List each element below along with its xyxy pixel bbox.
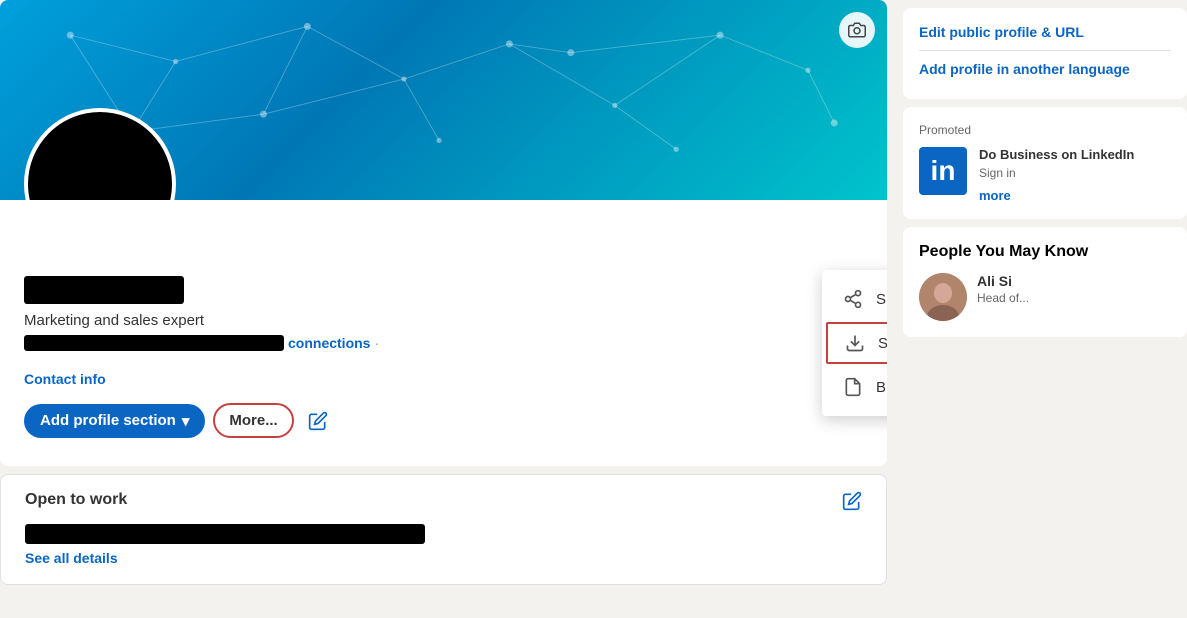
promoted-card: Promoted in Do Business on LinkedIn Sign… (903, 107, 1187, 219)
see-all-details-link[interactable]: See all details (25, 550, 118, 566)
open-to-work-edit-button[interactable] (842, 491, 862, 516)
card-header: Open to work (25, 491, 862, 516)
person-avatar (919, 273, 967, 321)
build-resume-label: Build a resume (876, 379, 887, 396)
person-avatar-graphic (919, 273, 967, 321)
open-to-work-title: Open to work (25, 491, 127, 509)
profile-banner (0, 0, 887, 200)
linkedin-logo: in (919, 147, 967, 195)
profile-tagline: Marketing and sales expert (24, 312, 863, 329)
chevron-down-icon: ▾ (182, 412, 190, 430)
add-section-label: Add profile section (40, 412, 176, 429)
edit-profile-button[interactable] (302, 405, 334, 437)
edit-open-to-work-icon (842, 491, 862, 511)
edit-public-profile-link[interactable]: Edit public profile & URL (919, 24, 1171, 40)
document-icon (842, 376, 864, 398)
person-info: Ali Si Head of... (977, 273, 1029, 305)
share-profile-item[interactable]: Share Profile via Message (822, 278, 887, 320)
contact-info-link[interactable]: Contact info (24, 371, 106, 387)
promoted-label: Promoted (919, 123, 1171, 137)
person-title: Head of... (977, 291, 1029, 305)
connections-text: connections (288, 335, 370, 351)
add-profile-language-link[interactable]: Add profile in another language (919, 61, 1171, 77)
save-to-pdf-item[interactable]: Save to PDF (826, 322, 887, 364)
share-icon (842, 288, 864, 310)
sidebar-divider-1 (919, 50, 1171, 51)
connections-line: connections · (24, 335, 863, 351)
profile-info: Marketing and sales expert connections · (0, 252, 887, 371)
linkedin-ad: in Do Business on LinkedIn Sign in more (919, 147, 1171, 203)
camera-icon (848, 21, 866, 39)
name-bar-redacted (24, 276, 184, 304)
more-button[interactable]: More... (213, 403, 293, 438)
add-profile-section-button[interactable]: Add profile section ▾ (24, 404, 205, 438)
save-to-pdf-label: Save to PDF (878, 335, 887, 352)
people-section-title: People You May Know (919, 243, 1171, 261)
open-to-work-card: Open to work See all details (0, 474, 887, 585)
person-name: Ali Si (977, 273, 1012, 289)
ad-text: Do Business on LinkedIn Sign in (979, 147, 1134, 180)
more-dropdown-menu: Share Profile via Message Save to PDF (822, 270, 887, 416)
connections-bar-redacted (24, 335, 284, 351)
edit-icon (308, 411, 328, 431)
ad-more-link[interactable]: more (979, 188, 1134, 203)
download-icon (844, 332, 866, 354)
camera-button[interactable] (839, 12, 875, 48)
open-to-work-details-redacted (25, 524, 425, 544)
people-you-may-know-card: People You May Know Ali Si Head of... (903, 227, 1187, 337)
person-item: Ali Si Head of... (919, 273, 1171, 321)
share-profile-label: Share Profile via Message (876, 291, 887, 308)
build-resume-item[interactable]: Build a resume (822, 366, 887, 408)
profile-actions: Add profile section ▾ More... (0, 403, 887, 454)
profile-settings-card: Edit public profile & URL Add profile in… (903, 8, 1187, 99)
dot-separator: · (374, 335, 379, 351)
ad-content: Do Business on LinkedIn Sign in more (979, 147, 1134, 203)
right-sidebar: Edit public profile & URL Add profile in… (887, 0, 1187, 593)
